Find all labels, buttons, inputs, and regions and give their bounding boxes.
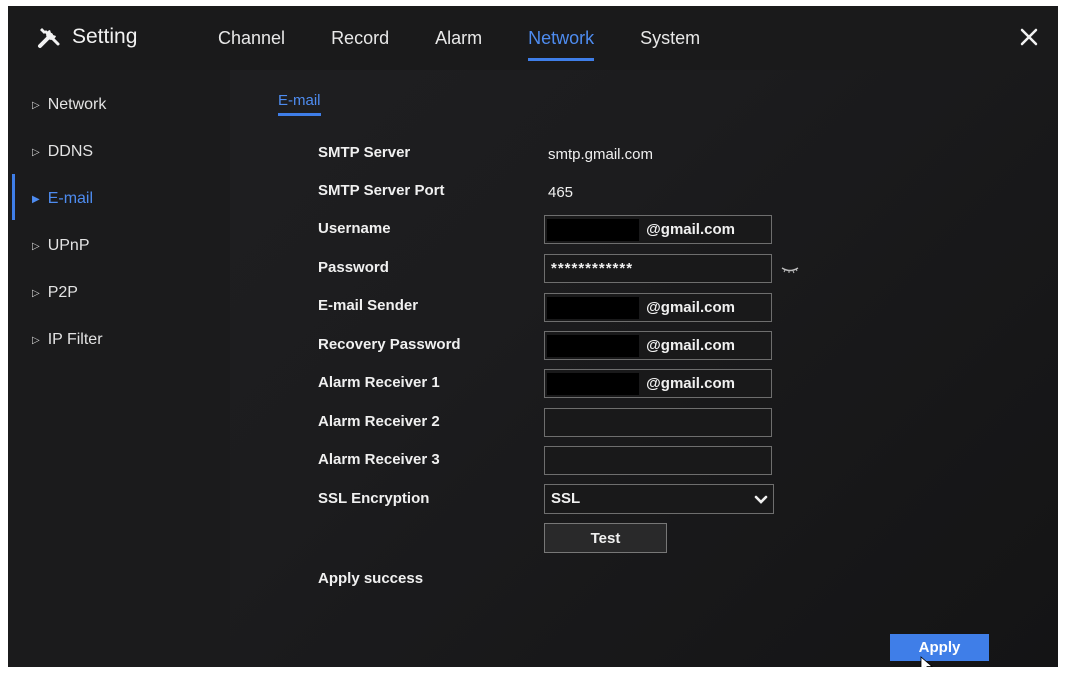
test-button[interactable]: Test xyxy=(544,523,667,553)
sidebar-item-ddns[interactable]: ▷ DDNS xyxy=(32,143,93,161)
smtp-port-label: SMTP Server Port xyxy=(318,182,445,199)
alarm-receiver-2-field[interactable] xyxy=(544,408,772,437)
alarm-receiver-2-label: Alarm Receiver 2 xyxy=(318,413,440,430)
main-tabs: Channel Record Alarm Network System xyxy=(218,28,746,61)
sidebar-item-label: IP Filter xyxy=(47,331,103,348)
chevron-right-icon: ▷ xyxy=(32,334,40,346)
top-bar: Setting Channel Record Alarm Network Sys… xyxy=(8,6,1058,70)
settings-screen: Setting Channel Record Alarm Network Sys… xyxy=(8,6,1058,667)
email-sender-value: @gmail.com xyxy=(646,299,735,316)
tab-network[interactable]: Network xyxy=(528,28,595,61)
redaction-block xyxy=(547,373,639,395)
close-button[interactable] xyxy=(1018,26,1040,48)
sidebar-item-email[interactable]: ▶ E-mail xyxy=(32,190,93,208)
sidebar-item-p2p[interactable]: ▷ P2P xyxy=(32,284,78,302)
ssl-encryption-value: SSL xyxy=(551,490,581,507)
settings-brand: Setting xyxy=(36,24,137,50)
sidebar-active-indicator xyxy=(12,174,15,220)
smtp-port-value[interactable]: 465 xyxy=(548,184,573,201)
status-message: Apply success xyxy=(318,570,424,587)
ssl-encryption-label: SSL Encryption xyxy=(318,490,430,507)
sidebar-item-label: E-mail xyxy=(47,190,94,207)
alarm-receiver-1-label: Alarm Receiver 1 xyxy=(318,374,440,391)
redaction-block xyxy=(547,335,639,357)
sidebar-item-label: Network xyxy=(47,96,107,113)
ssl-encryption-select[interactable]: SSL xyxy=(544,484,774,514)
chevron-right-icon: ▶ xyxy=(32,193,40,205)
smtp-server-label: SMTP Server xyxy=(318,144,411,161)
chevron-right-icon: ▷ xyxy=(32,146,40,158)
sidebar-item-label: P2P xyxy=(47,284,78,301)
alarm-receiver-1-field[interactable]: @gmail.com xyxy=(544,369,772,398)
email-sender-field[interactable]: @gmail.com xyxy=(544,293,772,322)
redaction-block xyxy=(547,219,639,241)
smtp-server-value[interactable]: smtp.gmail.com xyxy=(548,146,653,163)
eye-icon[interactable] xyxy=(780,264,800,274)
alarm-receiver-3-label: Alarm Receiver 3 xyxy=(318,451,440,468)
password-label: Password xyxy=(318,259,389,276)
page-title: Setting xyxy=(72,25,138,48)
sidebar-item-label: DDNS xyxy=(47,143,94,160)
username-label: Username xyxy=(318,220,391,237)
tab-system[interactable]: System xyxy=(640,28,700,55)
tab-email[interactable]: E-mail xyxy=(278,92,321,116)
sidebar-item-ip-filter[interactable]: ▷ IP Filter xyxy=(32,331,103,349)
sidebar-item-network[interactable]: ▷ Network xyxy=(32,96,106,114)
sidebar-item-label: UPnP xyxy=(47,237,90,254)
redaction-block xyxy=(547,297,639,319)
email-sender-label: E-mail Sender xyxy=(318,297,419,314)
chevron-right-icon: ▷ xyxy=(32,287,40,299)
sidebar: ▷ Network ▷ DDNS ▶ E-mail ▷ UPnP ▷ P2P ▷… xyxy=(8,70,230,667)
chevron-right-icon: ▷ xyxy=(32,99,40,111)
alarm-receiver-3-field[interactable] xyxy=(544,446,772,475)
recovery-password-field[interactable]: @gmail.com xyxy=(544,331,772,360)
close-icon xyxy=(1020,28,1038,46)
mouse-cursor-icon xyxy=(920,656,934,667)
tab-record[interactable]: Record xyxy=(331,28,389,55)
password-value: ************ xyxy=(551,260,634,277)
username-field[interactable]: @gmail.com xyxy=(544,215,772,244)
tools-icon xyxy=(38,28,60,48)
recovery-password-value: @gmail.com xyxy=(646,337,735,354)
tab-channel[interactable]: Channel xyxy=(218,28,285,55)
chevron-right-icon: ▷ xyxy=(32,240,40,252)
tab-alarm[interactable]: Alarm xyxy=(435,28,482,55)
username-value: @gmail.com xyxy=(646,221,735,238)
recovery-password-label: Recovery Password xyxy=(318,336,461,353)
password-field[interactable]: ************ xyxy=(544,254,772,283)
chevron-down-icon xyxy=(754,495,768,504)
sidebar-item-upnp[interactable]: ▷ UPnP xyxy=(32,237,90,255)
alarm-receiver-1-value: @gmail.com xyxy=(646,375,735,392)
apply-button[interactable]: Apply xyxy=(890,634,989,661)
